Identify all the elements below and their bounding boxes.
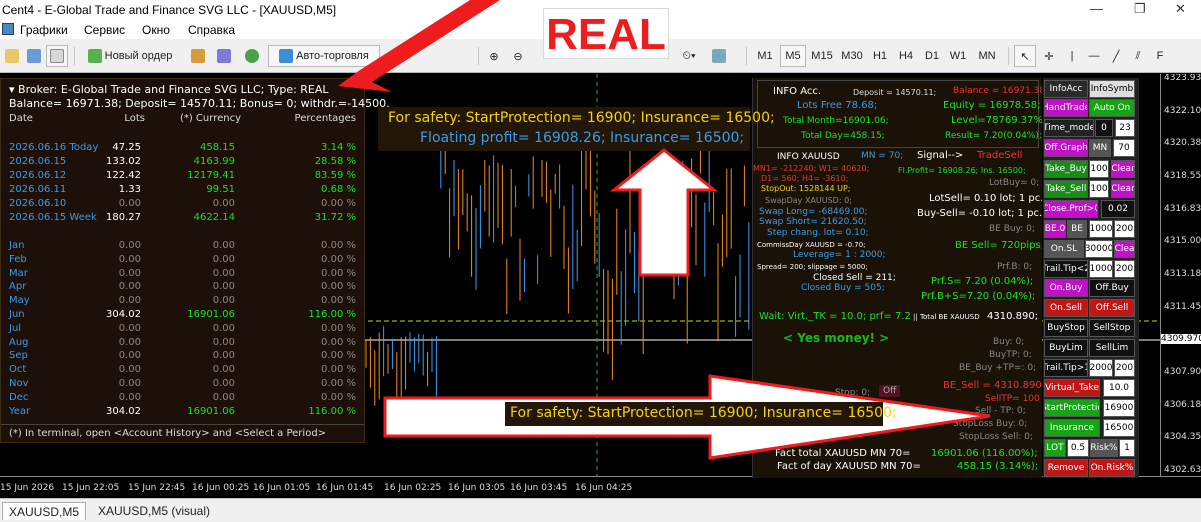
terminal-window: Cent4 - E-Global Trade and Finance SVG L… (0, 0, 1201, 522)
white-up-arrow (609, 148, 719, 277)
red-pointer-arrow (338, 0, 500, 92)
annotation-arrows (338, 0, 991, 460)
real-banner: REAL (543, 8, 669, 59)
safety-box-bottom: For safety: StartProtection= 16900; Insu… (505, 402, 897, 426)
